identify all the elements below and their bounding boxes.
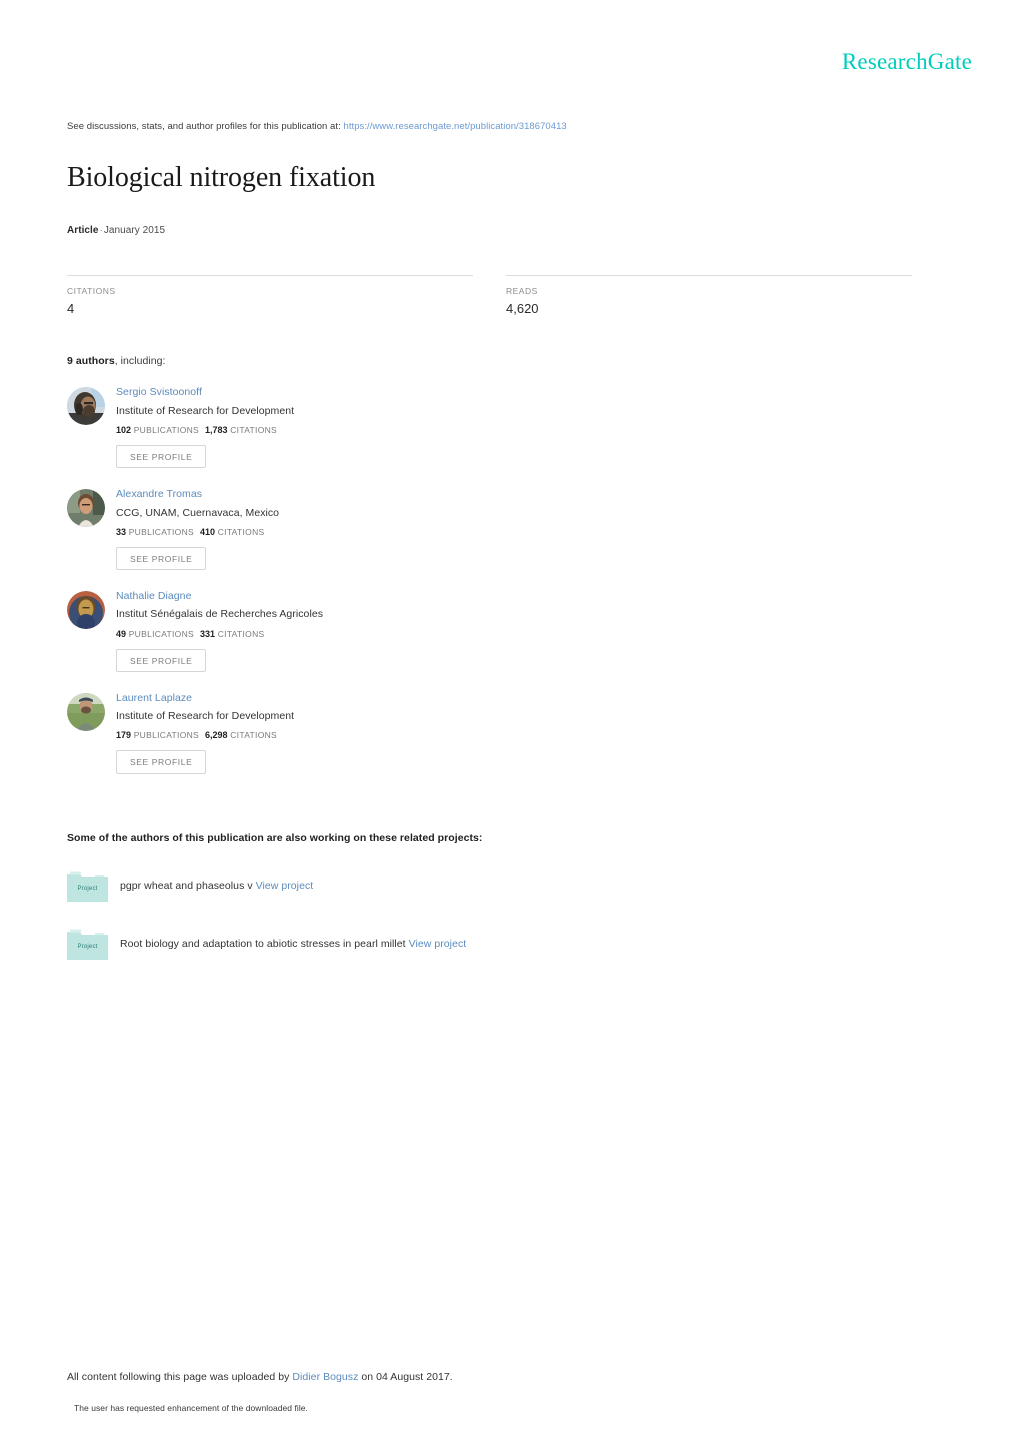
view-project-link[interactable]: View project xyxy=(256,880,314,892)
avatar xyxy=(67,387,105,426)
view-project-link[interactable]: View project xyxy=(409,938,467,950)
see-profile-button[interactable]: SEE PROFILE xyxy=(116,444,207,469)
author-citations-count: 6,298 xyxy=(205,730,228,741)
author-affiliation: Institute of Research for Development xyxy=(116,710,295,723)
author-stats: 49 PUBLICATIONS 331 CITATIONS xyxy=(116,629,323,639)
footer: All content following this page was uplo… xyxy=(67,1371,912,1413)
author-info: Laurent Laplaze Institute of Research fo… xyxy=(116,690,294,774)
author-affiliation: Institute of Research for Development xyxy=(116,404,295,417)
stat-divider xyxy=(67,275,473,277)
stats-row: CITATIONS 4 READS 4,620 xyxy=(67,275,912,316)
author-publications-count: 179 xyxy=(116,730,132,741)
author-publications-count: 49 xyxy=(116,628,127,639)
related-projects-heading: Some of the authors of this publication … xyxy=(67,831,483,844)
stat-reads: READS 4,620 xyxy=(506,275,912,316)
publication-type: Article xyxy=(67,225,99,237)
author-publications-label: PUBLICATIONS xyxy=(133,424,200,435)
author-affiliation: Institut Sénégalais de Recherches Agrico… xyxy=(116,608,324,621)
footer-note: The user has requested enhancement of th… xyxy=(74,1403,308,1413)
publication-date: January 2015 xyxy=(103,225,166,237)
avatar xyxy=(67,693,105,732)
author-stats: 33 PUBLICATIONS 410 CITATIONS xyxy=(116,527,279,537)
publication-url-link[interactable]: https://www.researchgate.net/publication… xyxy=(343,121,566,132)
author-citations-count: 410 xyxy=(200,526,216,537)
author-citations-count: 331 xyxy=(200,628,216,639)
project-title: Root biology and adaptation to abiotic s… xyxy=(120,937,406,950)
author-citations-label: CITATIONS xyxy=(217,628,265,639)
uploader-link[interactable]: Didier Bogusz xyxy=(292,1371,358,1383)
author-info: Sergio Svistoonoff Institute of Research… xyxy=(116,384,295,469)
project-folder-icon: Project xyxy=(67,870,108,902)
author-publications-label: PUBLICATIONS xyxy=(133,730,200,741)
author-citations-label: CITATIONS xyxy=(217,526,265,537)
author-info: Alexandre Tromas CCG, UNAM, Cuernavaca, … xyxy=(116,486,280,571)
researchgate-logo[interactable]: ResearchGate xyxy=(842,50,972,73)
publication-meta: Article·January 2015 xyxy=(67,225,912,236)
see-profile-button[interactable]: SEE PROFILE xyxy=(116,546,207,571)
see-profile-button[interactable]: SEE PROFILE xyxy=(116,648,207,673)
upload-info: All content following this page was uplo… xyxy=(67,1371,912,1383)
stat-label-citations: CITATIONS xyxy=(67,286,116,297)
authors-including: , including: xyxy=(114,355,166,368)
discussion-line: See discussions, stats, and author profi… xyxy=(67,120,912,133)
author-publications-label: PUBLICATIONS xyxy=(128,526,195,537)
author-publications-count: 33 xyxy=(116,526,127,537)
author-name-link[interactable]: Laurent Laplaze xyxy=(116,691,294,705)
author-stats: 179 PUBLICATIONS 6,298 CITATIONS xyxy=(116,730,294,740)
authors-heading: 9 authors, including: xyxy=(67,355,912,367)
author-card: Laurent Laplaze Institute of Research fo… xyxy=(67,690,506,774)
project-row: Project pgpr wheat and phaseolus v View … xyxy=(67,870,912,902)
project-folder-icon: Project xyxy=(67,928,108,960)
author-publications-label: PUBLICATIONS xyxy=(128,628,195,639)
author-affiliation: CCG, UNAM, Cuernavaca, Mexico xyxy=(116,506,280,519)
stat-value-reads: 4,620 xyxy=(506,301,539,317)
author-stats: 102 PUBLICATIONS 1,783 CITATIONS xyxy=(116,425,294,435)
author-name-link[interactable]: Alexandre Tromas xyxy=(116,487,279,501)
author-card: Nathalie Diagne Institut Sénégalais de R… xyxy=(67,588,506,673)
authors-count: 9 authors xyxy=(67,355,115,368)
page-title: Biological nitrogen fixation xyxy=(67,162,376,194)
authors-grid: Sergio Svistoonoff Institute of Research… xyxy=(67,384,912,791)
upload-suffix: on 04 August 2017. xyxy=(361,1371,453,1383)
author-card: Alexandre Tromas CCG, UNAM, Cuernavaca, … xyxy=(67,486,506,571)
author-name-link[interactable]: Nathalie Diagne xyxy=(116,589,323,603)
stat-divider xyxy=(506,275,912,277)
author-info: Nathalie Diagne Institut Sénégalais de R… xyxy=(116,588,324,673)
avatar xyxy=(67,591,105,630)
avatar xyxy=(67,489,105,528)
upload-prefix: All content following this page was uplo… xyxy=(67,1371,290,1383)
stat-label-reads: READS xyxy=(506,286,538,297)
author-citations-label: CITATIONS xyxy=(230,424,278,435)
see-profile-button[interactable]: SEE PROFILE xyxy=(116,750,207,774)
stat-citations: CITATIONS 4 xyxy=(67,275,473,316)
project-text: Root biology and adaptation to abiotic s… xyxy=(120,938,466,950)
content-column: See discussions, stats, and author profi… xyxy=(67,120,912,960)
author-publications-count: 102 xyxy=(116,424,132,435)
project-text: pgpr wheat and phaseolus v View project xyxy=(120,880,313,892)
author-citations-count: 1,783 xyxy=(205,424,228,435)
project-row: Project Root biology and adaptation to a… xyxy=(67,928,912,960)
discussion-prefix: See discussions, stats, and author profi… xyxy=(67,121,341,132)
svg-text:Project: Project xyxy=(77,886,97,892)
svg-text:Project: Project xyxy=(77,944,97,950)
author-name-link[interactable]: Sergio Svistoonoff xyxy=(116,385,294,399)
publication-cover-page: ResearchGate See discussions, stats, and… xyxy=(0,0,1020,1441)
author-card: Sergio Svistoonoff Institute of Research… xyxy=(67,384,506,469)
project-title: pgpr wheat and phaseolus v xyxy=(120,879,253,892)
stat-value-citations: 4 xyxy=(67,301,75,317)
author-citations-label: CITATIONS xyxy=(230,730,278,741)
